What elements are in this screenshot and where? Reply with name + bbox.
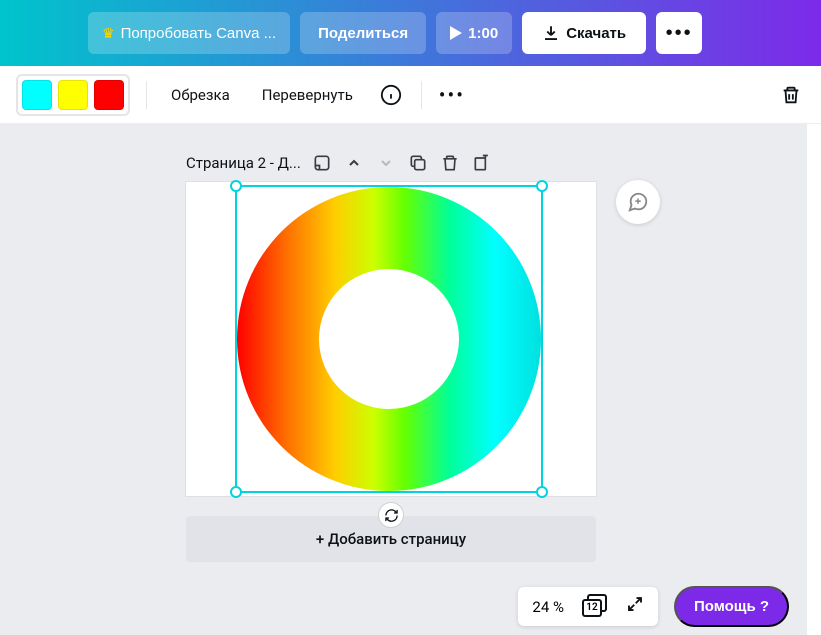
- fullscreen-button[interactable]: [626, 595, 644, 618]
- zoom-control: 24 % 12: [518, 587, 658, 626]
- trash-icon: [780, 84, 802, 106]
- rotate-icon: [384, 508, 399, 523]
- try-canva-button[interactable]: ♛ Попробовать Canva ...: [88, 12, 290, 54]
- color-swatch-cyan[interactable]: [22, 80, 52, 110]
- resize-handle-bl[interactable]: [230, 486, 242, 498]
- page-up-button[interactable]: [343, 152, 365, 174]
- color-picker-group: [16, 74, 130, 116]
- color-swatch-red[interactable]: [94, 80, 124, 110]
- color-swatch-yellow[interactable]: [58, 80, 88, 110]
- chevron-up-icon: [346, 155, 362, 171]
- share-label: Поделиться: [318, 25, 408, 42]
- help-button[interactable]: Помощь ?: [674, 586, 789, 627]
- resize-handle-tr[interactable]: [536, 180, 548, 192]
- zoom-value[interactable]: 24 %: [532, 598, 564, 616]
- try-canva-label: Попробовать Canva ...: [121, 25, 277, 42]
- page-title[interactable]: Страница 2 - Д...: [186, 154, 301, 172]
- divider: [421, 81, 422, 109]
- add-comment-button[interactable]: [616, 180, 660, 224]
- canvas-area: ▲ ▼ Страница 2 - Д...: [0, 124, 821, 635]
- add-page-label: + Добавить страницу: [316, 530, 466, 548]
- help-label: Помощь ?: [694, 598, 769, 615]
- scroll-down-arrow[interactable]: ▼: [807, 620, 817, 631]
- play-icon: [450, 26, 462, 40]
- page-stack-front: 12: [582, 599, 602, 617]
- share-button[interactable]: Поделиться: [300, 12, 426, 54]
- delete-button[interactable]: [777, 81, 805, 109]
- duplicate-icon: [408, 153, 428, 173]
- scroll-up-arrow[interactable]: ▲: [807, 128, 817, 139]
- page-header: Страница 2 - Д...: [186, 152, 807, 174]
- more-menu-button[interactable]: •••: [656, 12, 702, 54]
- page-notes-button[interactable]: [311, 152, 333, 174]
- download-label: Скачать: [566, 25, 626, 42]
- play-button[interactable]: 1:00: [436, 12, 512, 54]
- design-canvas[interactable]: [186, 182, 596, 496]
- more-icon: •••: [439, 83, 465, 107]
- resize-handle-br[interactable]: [536, 486, 548, 498]
- info-button[interactable]: [377, 81, 405, 109]
- add-page-button[interactable]: + Добавить страницу: [186, 516, 596, 562]
- more-icon: •••: [666, 22, 693, 45]
- selection-box[interactable]: [235, 185, 543, 493]
- duplicate-page-button[interactable]: [407, 152, 429, 174]
- resize-handle-tl[interactable]: [230, 180, 242, 192]
- info-icon: [380, 84, 402, 106]
- add-page-icon: [472, 153, 492, 173]
- context-toolbar: Обрезка Перевернуть •••: [0, 66, 821, 124]
- more-options-button[interactable]: •••: [438, 81, 466, 109]
- comment-icon: [627, 191, 649, 213]
- play-duration: 1:00: [468, 25, 498, 42]
- flip-button[interactable]: Перевернуть: [254, 80, 361, 110]
- top-bar: ♛ Попробовать Canva ... Поделиться 1:00 …: [0, 0, 821, 66]
- chevron-down-icon: [378, 155, 394, 171]
- scrollbar-thumb[interactable]: [807, 254, 821, 294]
- page-down-button: [375, 152, 397, 174]
- bottom-bar: 24 % 12 Помощь ?: [518, 586, 789, 627]
- crop-button[interactable]: Обрезка: [163, 80, 238, 110]
- canvas-wrap: [186, 182, 596, 496]
- download-button[interactable]: Скачать: [522, 12, 646, 54]
- crown-icon: ♛: [102, 25, 115, 42]
- page-count-button[interactable]: 12: [582, 596, 608, 618]
- delete-page-button[interactable]: [439, 152, 461, 174]
- download-icon: [542, 24, 560, 42]
- rotate-handle[interactable]: [378, 502, 404, 528]
- add-page-icon-button[interactable]: [471, 152, 493, 174]
- divider: [146, 81, 147, 109]
- expand-icon: [626, 595, 644, 613]
- note-icon: [312, 153, 332, 173]
- trash-icon: [440, 153, 460, 173]
